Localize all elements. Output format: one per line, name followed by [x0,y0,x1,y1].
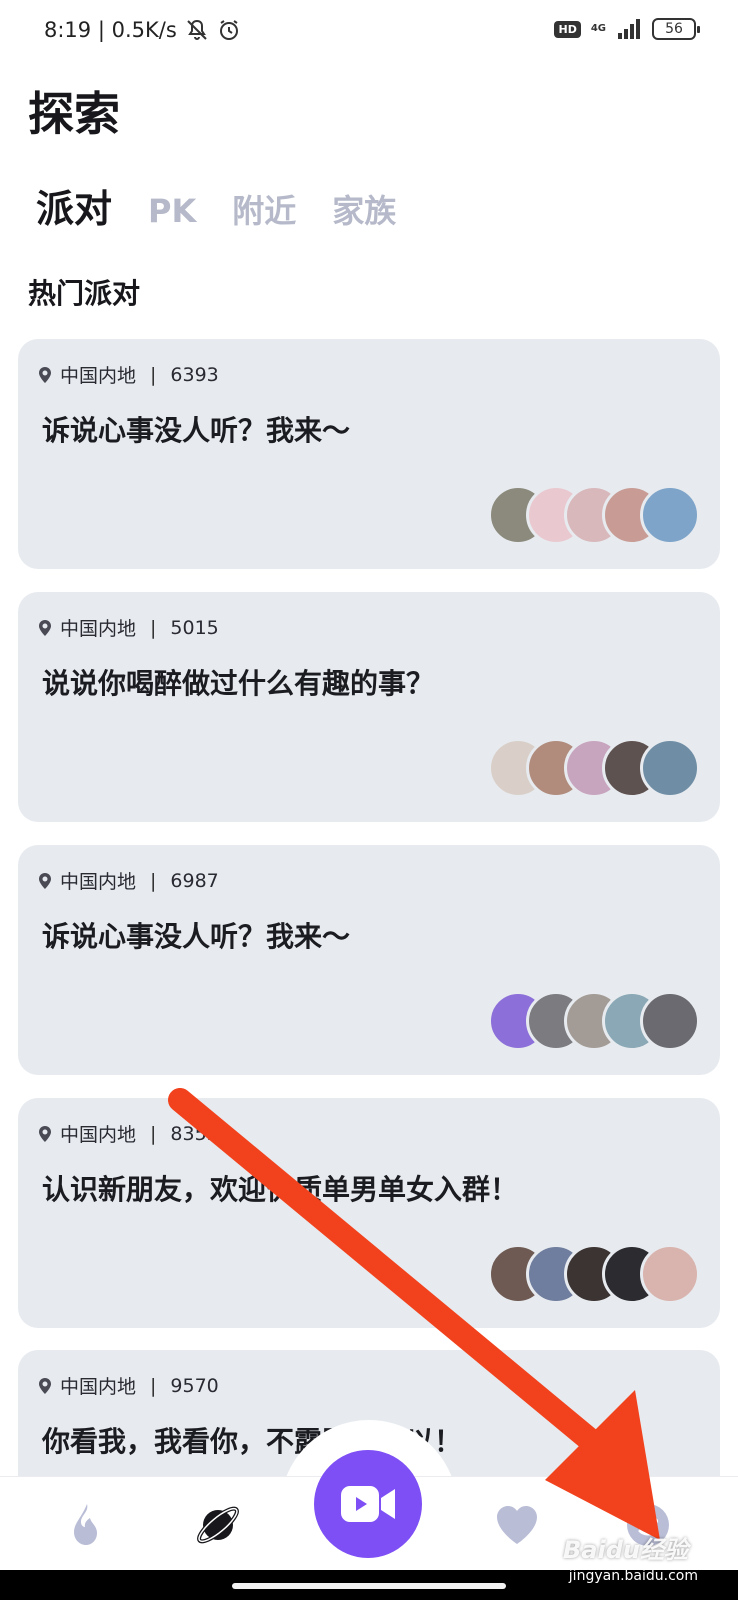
card-count: 5015 [170,616,219,639]
card-location: 中国内地 [60,618,137,640]
card-count: 9570 [170,1374,219,1397]
planet-icon [197,1506,239,1544]
status-time-speed: 8:19 | 0.5K/s [44,18,177,42]
meta-divider: | [150,616,157,639]
watermark-url: jingyan.baidu.com [568,1568,698,1584]
tab-bar: 派对 PK 附近 家族 [36,178,432,233]
card-meta: 中国内地 | 6987 [38,867,219,894]
tab-party[interactable]: 派对 [36,178,112,233]
avatar-stack [488,1244,700,1304]
card-title: 认识新朋友，欢迎优质单男单女入群！ [42,1173,519,1206]
card-location: 中国内地 [60,871,137,893]
meta-divider: | [150,363,157,386]
alarm-icon [219,20,238,40]
nav-favorites[interactable] [489,1497,545,1553]
card-location: 中国内地 [60,1124,137,1146]
avatar [640,738,700,798]
watermark-brand: Baidu经验 [563,1536,688,1564]
card-count: 6393 [170,363,219,386]
card-meta: 中国内地 | 6393 [38,361,219,388]
avatar-stack [488,991,700,1051]
party-card[interactable]: 中国内地 | 8353 认识新朋友，欢迎优质单男单女入群！ [18,1098,720,1328]
tab-pk[interactable]: PK [148,192,196,230]
nav-explore[interactable] [190,1497,246,1553]
section-title: 热门派对 [28,277,141,310]
avatar-stack [488,738,700,798]
meta-divider: | [150,869,157,892]
network-type: 4G [590,23,606,34]
card-title: 诉说心事没人听？我来～ [42,920,351,953]
tab-nearby[interactable]: 附近 [232,186,296,232]
home-indicator[interactable] [232,1583,506,1589]
card-meta: 中国内地 | 8353 [38,1120,219,1147]
flame-icon [74,1504,97,1545]
meta-divider: | [150,1122,157,1145]
location-pin-icon [39,619,51,636]
location-pin-icon [39,872,51,889]
mute-bell-icon [187,19,207,40]
card-meta: 中国内地 | 9570 [38,1372,219,1399]
party-card[interactable]: 中国内地 | 5015 说说你喝醉做过什么有趣的事？ [18,592,720,822]
card-count: 8353 [170,1122,219,1145]
card-title: 诉说心事没人听？我来～ [42,414,351,447]
party-card[interactable]: 中国内地 | 6393 诉说心事没人听？我来～ [18,339,720,569]
avatar [640,1244,700,1304]
status-right: HD 4G 56 [554,18,700,40]
meta-divider: | [150,1374,157,1397]
card-location: 中国内地 [60,365,137,387]
card-count: 6987 [170,869,219,892]
party-card[interactable]: 中国内地 | 6987 诉说心事没人听？我来～ [18,845,720,1075]
status-left: 8:19 | 0.5K/s [44,18,241,42]
tab-family[interactable]: 家族 [332,186,396,232]
location-pin-icon [39,366,51,383]
nav-hot[interactable] [58,1497,114,1553]
hd-badge: HD [554,20,581,38]
nav-video-button[interactable] [314,1450,422,1558]
location-pin-icon [39,1377,51,1394]
avatar-stack [488,485,700,545]
status-bar: 8:19 | 0.5K/s HD 4G 56 [0,0,738,64]
card-meta: 中国内地 | 5015 [38,614,219,641]
signal-icon [618,19,640,39]
heart-icon [497,1506,537,1544]
card-title: 说说你喝醉做过什么有趣的事？ [42,667,435,700]
page-title: 探索 [28,87,120,141]
avatar [640,485,700,545]
card-location: 中国内地 [60,1376,137,1398]
video-camera-icon [341,1486,395,1522]
battery-indicator: 56 [652,18,700,40]
location-pin-icon [39,1125,51,1142]
avatar [640,991,700,1051]
